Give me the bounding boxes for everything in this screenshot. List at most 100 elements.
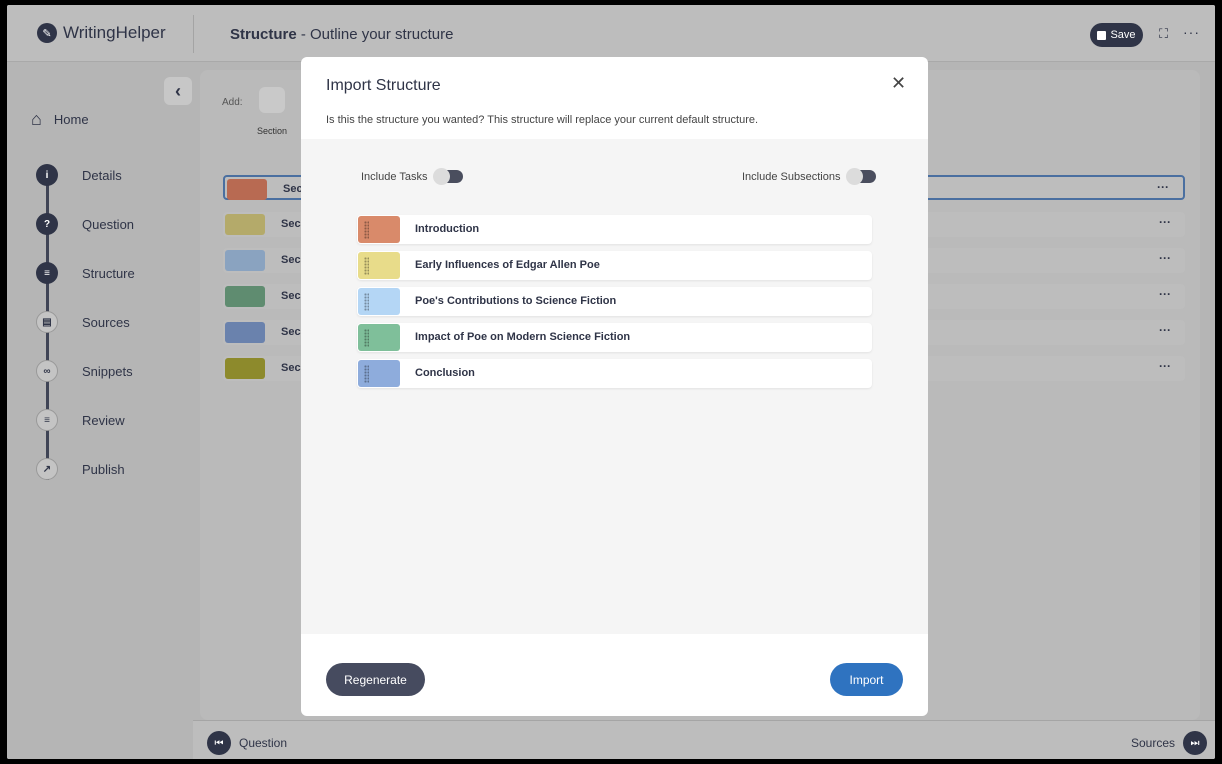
- page-title-rest: - Outline your structure: [296, 26, 454, 43]
- section-label: Sec: [281, 254, 301, 266]
- import-button[interactable]: Import: [830, 663, 903, 696]
- prev-step-button[interactable]: ⏮ Question: [207, 731, 287, 755]
- more-options-icon[interactable]: ···: [1183, 24, 1200, 40]
- add-label: Add:: [222, 97, 243, 108]
- section-color: [358, 324, 400, 351]
- divider: [193, 15, 194, 53]
- sidebar-item-label: Home: [53, 112, 89, 127]
- close-icon[interactable]: ✕: [891, 73, 906, 94]
- include-tasks-toggle-group: Include Tasks: [361, 168, 464, 185]
- list-icon: ≡: [36, 262, 58, 284]
- fullscreen-icon[interactable]: ⛶: [1159, 26, 1168, 42]
- section-label: Sec: [281, 290, 301, 302]
- include-subsections-label: Include Subsections: [742, 170, 841, 183]
- structure-item-title: Poe's Contributions to Science Fiction: [415, 295, 617, 307]
- structure-item-title: Impact of Poe on Modern Science Fiction: [415, 331, 631, 343]
- include-tasks-label: Include Tasks: [361, 170, 428, 183]
- top-bar: ✎ WritingHelper Structure - Outline your…: [7, 5, 1215, 62]
- book-icon: ▤: [36, 311, 58, 333]
- drag-handle-icon[interactable]: [364, 257, 369, 275]
- logo[interactable]: ✎ WritingHelper: [37, 23, 166, 43]
- sidebar-item-structure[interactable]: ≡ Structure: [36, 262, 135, 284]
- sidebar-item-home[interactable]: ⌂ Home: [31, 109, 89, 130]
- sidebar: ‹ ⌂ Home i Details ? Question ≡ Structur…: [7, 63, 193, 759]
- sidebar-item-label: Structure: [82, 266, 135, 281]
- checklist-icon: ≡: [36, 409, 58, 431]
- save-button[interactable]: Save: [1090, 23, 1143, 47]
- structure-item[interactable]: Conclusion: [357, 359, 872, 388]
- structure-item[interactable]: Poe's Contributions to Science Fiction: [357, 287, 872, 316]
- structure-item-title: Introduction: [415, 223, 480, 235]
- section-color: [358, 216, 400, 243]
- sidebar-item-sources[interactable]: ▤ Sources: [36, 311, 130, 333]
- skip-back-icon: ⏮: [207, 731, 231, 755]
- save-label: Save: [1110, 29, 1136, 41]
- row-menu-icon[interactable]: ···: [1159, 287, 1171, 301]
- collapse-sidebar-button[interactable]: ‹: [164, 77, 192, 105]
- import-structure-dialog: Import Structure ✕ Is this the structure…: [301, 57, 928, 716]
- dialog-title: Import Structure: [326, 77, 441, 94]
- row-menu-icon[interactable]: ···: [1159, 215, 1171, 229]
- question-icon: ?: [36, 213, 58, 235]
- structure-item[interactable]: Early Influences of Edgar Allen Poe: [357, 251, 872, 280]
- toggle-knob: [846, 168, 864, 185]
- section-color: [225, 250, 265, 271]
- dialog-subtitle: Is this the structure you wanted? This s…: [326, 114, 759, 126]
- row-menu-icon[interactable]: ···: [1159, 323, 1171, 337]
- add-section-label: Section: [257, 126, 288, 136]
- row-menu-icon[interactable]: ···: [1159, 359, 1171, 373]
- include-subsections-toggle[interactable]: [846, 168, 877, 185]
- sidebar-item-label: Publish: [82, 462, 125, 477]
- prev-step-label: Question: [239, 736, 288, 750]
- structure-item[interactable]: Introduction: [357, 215, 872, 244]
- skip-forward-icon: ⏭: [1183, 731, 1207, 755]
- app-window: ✎ WritingHelper Structure - Outline your…: [7, 5, 1215, 759]
- structure-item-title: Conclusion: [415, 367, 475, 379]
- sidebar-item-snippets[interactable]: ∞ Snippets: [36, 360, 133, 382]
- row-menu-icon[interactable]: ···: [1159, 251, 1171, 265]
- sidebar-item-label: Sources: [82, 315, 130, 330]
- dialog-body: Include Tasks Include Subsections Introd…: [301, 139, 928, 634]
- section-label: Sec: [283, 183, 303, 195]
- link-icon: ∞: [36, 360, 58, 382]
- toggle-knob: [433, 168, 451, 185]
- include-tasks-toggle[interactable]: [433, 168, 464, 185]
- sidebar-item-label: Details: [82, 168, 122, 183]
- save-icon: [1097, 30, 1107, 40]
- drag-handle-icon[interactable]: [364, 329, 369, 347]
- sidebar-item-label: Review: [82, 413, 125, 428]
- external-icon: ↗: [36, 458, 58, 480]
- drag-handle-icon[interactable]: [364, 293, 369, 311]
- logo-icon: ✎: [37, 23, 57, 43]
- logo-text: WritingHelper: [63, 23, 166, 42]
- row-menu-icon[interactable]: ···: [1157, 180, 1169, 194]
- section-label: Sec: [281, 362, 301, 374]
- page-title: Structure - Outline your structure: [230, 26, 453, 43]
- drag-handle-icon[interactable]: [364, 365, 369, 383]
- section-color: [225, 286, 265, 307]
- include-subsections-toggle-group: Include Subsections: [742, 168, 877, 185]
- section-color: [225, 322, 265, 343]
- section-color: [225, 358, 265, 379]
- info-icon: i: [36, 164, 58, 186]
- section-color: [225, 214, 265, 235]
- sidebar-item-details[interactable]: i Details: [36, 164, 122, 186]
- sidebar-item-question[interactable]: ? Question: [36, 213, 134, 235]
- sidebar-item-label: Snippets: [82, 364, 133, 379]
- structure-item[interactable]: Impact of Poe on Modern Science Fiction: [357, 323, 872, 352]
- sidebar-item-label: Question: [82, 217, 135, 232]
- next-step-label: Sources: [1130, 736, 1175, 750]
- next-step-button[interactable]: Sources ⏭: [1131, 731, 1207, 755]
- sidebar-item-publish[interactable]: ↗ Publish: [36, 458, 125, 480]
- section-color: [358, 288, 400, 315]
- section-label: Sec: [281, 326, 301, 338]
- regenerate-button[interactable]: Regenerate: [326, 663, 425, 696]
- sidebar-item-review[interactable]: ≡ Review: [36, 409, 125, 431]
- section-color: [358, 360, 400, 387]
- drag-handle-icon[interactable]: [364, 221, 369, 239]
- add-section-button[interactable]: [259, 87, 285, 113]
- structure-item-title: Early Influences of Edgar Allen Poe: [415, 259, 600, 271]
- page-title-bold: Structure: [230, 26, 297, 43]
- home-icon: ⌂: [31, 109, 42, 129]
- section-color: [227, 179, 267, 200]
